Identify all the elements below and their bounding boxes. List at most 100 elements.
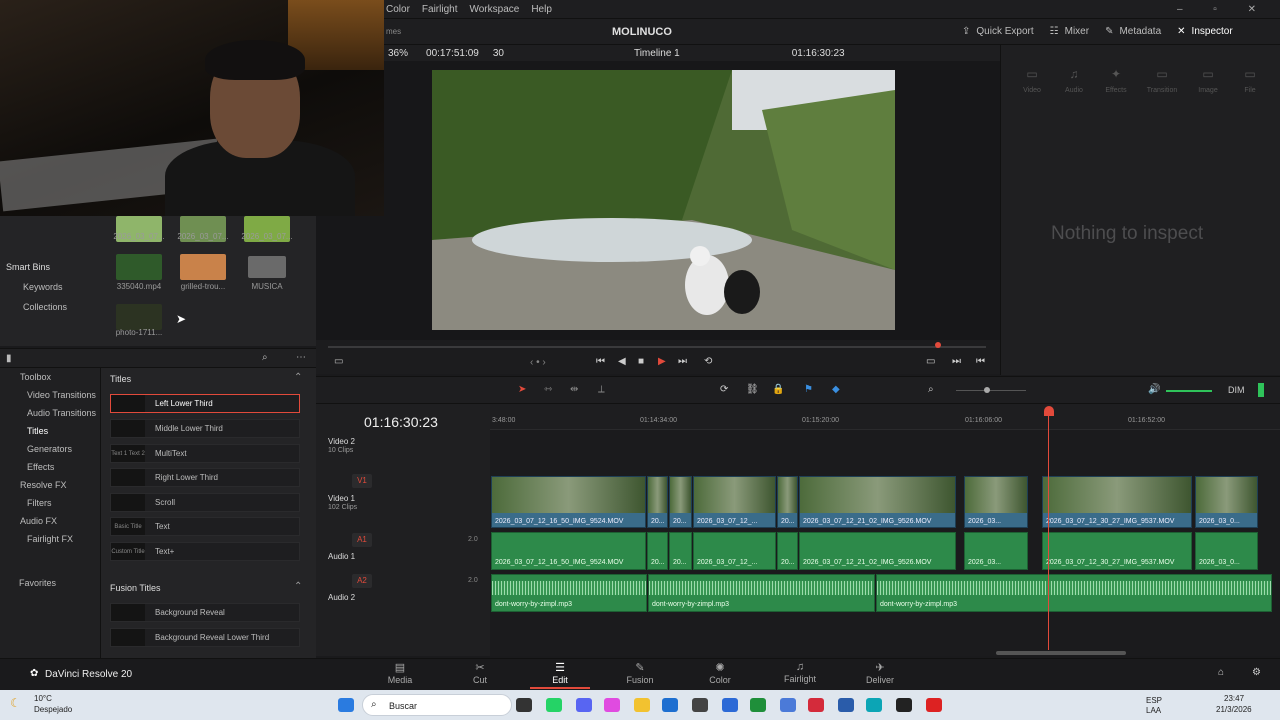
flag-icon[interactable]: ⚑ <box>804 384 813 395</box>
audio-clip[interactable]: 20... <box>647 532 668 570</box>
audio-clip[interactable]: 2026_03_07_12_30_27_IMG_9537.MOV <box>1042 532 1192 570</box>
timeline-scrollbar[interactable] <box>996 651 1126 655</box>
video-clip[interactable]: 20... <box>647 476 668 528</box>
media-thumb[interactable] <box>116 254 162 280</box>
tree-fairlight-fx[interactable]: Fairlight FX <box>0 530 100 548</box>
link-icon[interactable]: ⛓ <box>746 384 759 395</box>
more-icon[interactable]: ⋯ <box>296 352 306 363</box>
scrubber-track[interactable] <box>328 346 986 348</box>
taskbar-search[interactable]: ⌕ Buscar <box>362 694 512 716</box>
tree-audio-transitions[interactable]: Audio Transitions <box>0 404 100 422</box>
clock-time[interactable]: 23:47 <box>1224 694 1244 703</box>
mixer-button[interactable]: Mixer <box>1065 26 1089 37</box>
tab-deliver[interactable]: ✈ Deliver <box>850 661 910 685</box>
inspector-tab-effects[interactable]: ✦ Effects <box>1095 67 1137 94</box>
xbox-icon[interactable] <box>750 698 766 712</box>
title-item[interactable]: Left Lower Third <box>110 394 300 413</box>
volume-slider[interactable] <box>1166 390 1212 392</box>
tree-audio-fx[interactable]: Audio FX <box>0 512 100 530</box>
video-clip[interactable]: 2026_03_07_12_21_02_IMG_9526.MOV <box>799 476 956 528</box>
jog-icon[interactable]: ‹ • › <box>530 357 546 368</box>
audio-clip[interactable]: 2026_03_07_12_... <box>693 532 776 570</box>
search-icon[interactable]: ⌕ <box>262 352 268 363</box>
skip-forward-icon[interactable]: ⏭ <box>678 356 687 367</box>
copilot-icon[interactable] <box>604 698 620 712</box>
menu-fairlight[interactable]: Fairlight <box>422 4 458 15</box>
track-badge-a2[interactable]: A2 <box>352 574 372 588</box>
video-clip[interactable]: 20... <box>669 476 692 528</box>
collapse-icon[interactable]: ⌃ <box>294 581 302 592</box>
app-icon[interactable] <box>722 698 738 712</box>
favorites-label[interactable]: Favorites <box>19 578 56 588</box>
explorer-icon[interactable] <box>634 698 650 712</box>
viewer-zoom[interactable]: 36% <box>388 48 408 59</box>
timeline-playhead[interactable] <box>1048 414 1049 650</box>
trim-tool-icon[interactable]: ⇿ <box>544 384 552 395</box>
edge-icon[interactable] <box>866 698 882 712</box>
weather-desc[interactable]: Despejado <box>34 705 72 714</box>
music-clip[interactable]: dont-worry-by-zimpl.mp3 <box>876 574 1272 612</box>
menu-workspace[interactable]: Workspace <box>469 4 519 15</box>
home-icon[interactable]: ⌂ <box>1218 667 1224 678</box>
app-icon[interactable] <box>926 698 942 712</box>
audio-clip[interactable]: 2026_03_0... <box>1195 532 1258 570</box>
weather-temp[interactable]: 10°C <box>34 694 52 703</box>
audio-clip[interactable]: 2026_03... <box>964 532 1028 570</box>
menu-color[interactable]: Color <box>386 4 410 15</box>
taskview-icon[interactable] <box>516 698 532 712</box>
title-item[interactable]: Custom Title Text+ <box>110 542 300 561</box>
media-thumb[interactable] <box>180 254 226 280</box>
bin-collections[interactable]: Collections <box>23 302 100 312</box>
video-clip[interactable]: 2026_03_07_12_16_50_IMG_9524.MOV <box>491 476 646 528</box>
app-icon[interactable] <box>692 698 708 712</box>
inspector-tab-file[interactable]: ▭ File <box>1229 67 1271 94</box>
audio-clip[interactable]: 2026_03_07_12_21_02_IMG_9526.MOV <box>799 532 956 570</box>
music-clip[interactable]: dont-worry-by-zimpl.mp3 <box>648 574 875 612</box>
language-secondary[interactable]: LAA <box>1146 706 1161 715</box>
panel-toggle-icon[interactable]: ▮ <box>6 353 12 364</box>
video-clip[interactable]: 20... <box>777 476 798 528</box>
video-clip[interactable]: 2026_03_07_12_... <box>693 476 776 528</box>
start-icon[interactable] <box>338 698 354 712</box>
track-badge-v1[interactable]: V1 <box>352 474 372 488</box>
fusion-title-item[interactable]: Background Reveal Lower Third <box>110 628 300 647</box>
settings-icon[interactable]: ⚙ <box>1252 667 1261 678</box>
dynamic-trim-icon[interactable]: ⇹ <box>570 384 578 395</box>
track-badge-a1[interactable]: A1 <box>352 533 372 547</box>
zoom-slider[interactable] <box>956 390 1026 391</box>
snapping-icon[interactable]: ⟳ <box>720 384 728 395</box>
play-reverse-icon[interactable]: ◀ <box>618 356 626 367</box>
tree-generators[interactable]: Generators <box>0 440 100 458</box>
tab-fairlight[interactable]: ♫ Fairlight <box>770 661 830 684</box>
title-item[interactable]: Basic Title Text <box>110 517 300 536</box>
audio-clip[interactable]: 20... <box>777 532 798 570</box>
clock-date[interactable]: 21/3/2026 <box>1216 705 1252 714</box>
window-controls[interactable]: – ▫ ✕ <box>1177 4 1270 15</box>
title-item[interactable]: Text 1 Text 2 MultiText <box>110 444 300 463</box>
video-clip[interactable]: 2026_03... <box>964 476 1028 528</box>
collapse-icon[interactable]: ⌃ <box>294 372 302 383</box>
quick-export-button[interactable]: Quick Export <box>976 26 1033 37</box>
play-icon[interactable]: ▶ <box>658 356 666 367</box>
pinterest-icon[interactable] <box>808 698 824 712</box>
inspector-button[interactable]: Inspector <box>1192 26 1233 37</box>
zoom-icon[interactable]: ⌕ <box>928 384 934 395</box>
fullscreen-icon[interactable]: ▭ <box>926 356 935 367</box>
title-item[interactable]: Middle Lower Third <box>110 419 300 438</box>
inspector-tab-audio[interactable]: ♫ Audio <box>1053 67 1095 94</box>
tab-cut[interactable]: ✂ Cut <box>450 661 510 685</box>
timeline-name[interactable]: Timeline 1 <box>634 48 680 59</box>
prev-frame-icon[interactable]: ⏮ <box>976 356 985 367</box>
bin-keywords[interactable]: Keywords <box>23 282 100 292</box>
tree-resolve-fx[interactable]: Resolve FX <box>0 476 100 494</box>
tab-edit[interactable]: ☰ Edit <box>530 661 590 689</box>
lock-icon[interactable]: 🔒 <box>772 384 784 395</box>
tab-fusion[interactable]: ✎ Fusion <box>610 661 670 685</box>
title-item[interactable]: Right Lower Third <box>110 468 300 487</box>
tree-titles[interactable]: Titles <box>0 422 100 440</box>
tab-color[interactable]: ✺ Color <box>690 661 750 685</box>
whatsapp-icon[interactable] <box>546 698 562 712</box>
inspector-tab-image[interactable]: ▭ Image <box>1187 67 1229 94</box>
outlook-icon[interactable] <box>780 698 796 712</box>
video-clip[interactable]: 2026_03_07_12_30_27_IMG_9537.MOV <box>1042 476 1192 528</box>
